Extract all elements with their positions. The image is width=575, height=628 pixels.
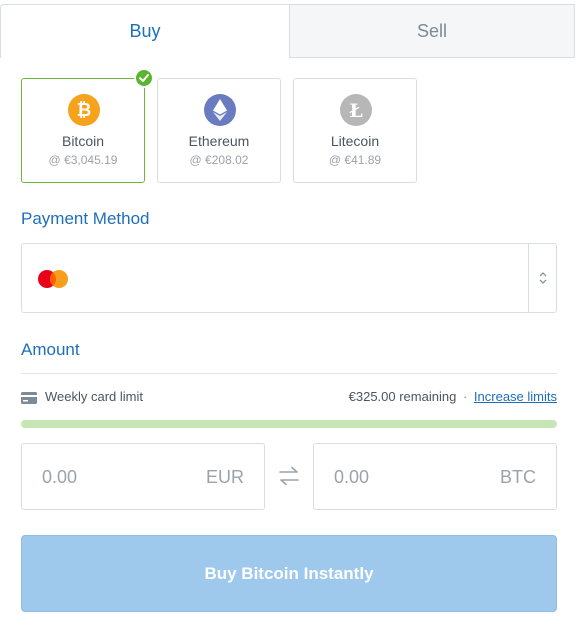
svg-text:₿: ₿ [77, 100, 92, 121]
payment-method-title: Payment Method [21, 209, 150, 228]
tab-sell[interactable]: Sell [290, 4, 575, 58]
tab-buy[interactable]: Buy [0, 4, 290, 58]
swap-arrows-icon[interactable] [277, 465, 301, 487]
svg-text:Ł: Ł [349, 100, 363, 122]
crypto-currency: BTC [500, 467, 536, 487]
credit-card-icon [21, 392, 37, 404]
coin-price: @ €41.89 [328, 153, 382, 167]
coin-card-ethereum[interactable]: Ethereum @ €208.02 [157, 78, 281, 183]
ethereum-icon [204, 94, 236, 126]
selected-check-icon [134, 68, 154, 88]
fiat-currency: EUR [205, 467, 244, 487]
fiat-amount-input[interactable]: 0.00 EUR [21, 443, 265, 510]
mastercard-icon [38, 270, 68, 288]
coin-price: @ €208.02 [189, 153, 249, 167]
fiat-amount-value: 0.00 [42, 467, 78, 487]
coin-name: Ethereum [188, 133, 250, 149]
crypto-amount-value: 0.00 [334, 467, 370, 487]
payment-method-select[interactable] [21, 243, 557, 313]
coin-price: @ €3,045.19 [48, 153, 118, 167]
coin-name: Bitcoin [61, 133, 105, 149]
buy-bitcoin-button[interactable]: Buy Bitcoin Instantly [21, 535, 557, 612]
weekly-limit-label: Weekly card limit [45, 389, 144, 404]
weekly-limit-row: Weekly card limit €325.00 remaining · In… [21, 389, 557, 407]
select-arrows-icon[interactable] [528, 244, 556, 312]
coin-card-litecoin[interactable]: Ł Litecoin @ €41.89 [293, 78, 417, 183]
coin-name: Litecoin [330, 133, 380, 149]
limit-progress-bar [21, 420, 557, 428]
coin-card-bitcoin[interactable]: ₿ Bitcoin @ €3,045.19 [21, 78, 145, 183]
crypto-amount-input[interactable]: 0.00 BTC [313, 443, 557, 510]
litecoin-icon: Ł [340, 94, 372, 126]
limit-remaining: €325.00 remaining [348, 389, 457, 404]
divider [21, 373, 557, 374]
amount-title: Amount [21, 340, 80, 359]
increase-limits-link[interactable]: Increase limits [474, 389, 557, 404]
separator-dot: · [462, 389, 468, 404]
limit-info: €325.00 remaining · Increase limits [349, 389, 557, 404]
buy-sell-tabs: Buy Sell [0, 4, 575, 58]
bitcoin-icon: ₿ [68, 94, 100, 126]
